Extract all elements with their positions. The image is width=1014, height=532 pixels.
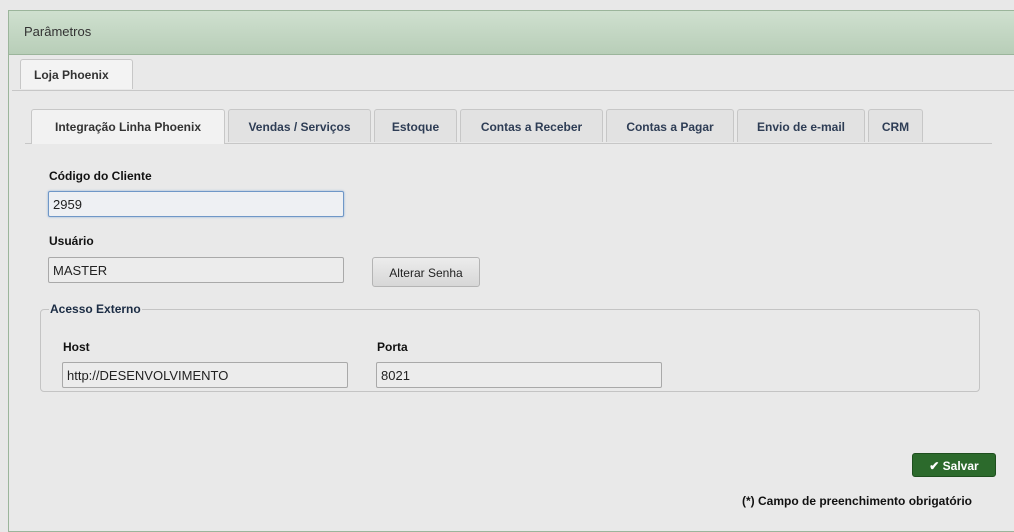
- port-input[interactable]: [376, 362, 662, 388]
- external-access-legend: Acesso Externo: [50, 302, 141, 316]
- client-code-input[interactable]: [48, 191, 344, 217]
- tab-label: Contas a Receber: [480, 120, 583, 134]
- tab-loja-phoenix-label: Loja Phoenix: [34, 68, 109, 82]
- tab-envio-de-email[interactable]: Envio de e-mail: [737, 109, 865, 142]
- window-title: Parâmetros: [24, 24, 92, 39]
- tab-loja-phoenix[interactable]: Loja Phoenix: [20, 59, 133, 89]
- window-titlebar: Parâmetros: [9, 11, 1014, 55]
- host-label: Host: [63, 340, 90, 354]
- tab-label: Contas a Pagar: [626, 120, 714, 134]
- save-button[interactable]: ✔ Salvar: [912, 453, 996, 477]
- checkmark-icon: ✔: [929, 459, 943, 473]
- tab-label: CRM: [881, 120, 910, 134]
- required-field-note: (*) Campo de preenchimento obrigatório: [742, 494, 973, 508]
- tab-crm[interactable]: CRM: [868, 109, 923, 142]
- tab-contas-a-pagar[interactable]: Contas a Pagar: [606, 109, 734, 142]
- inner-tab-bar: Integração Linha Phoenix Vendas / Serviç…: [25, 109, 992, 144]
- user-input[interactable]: [48, 257, 344, 283]
- user-label: Usuário: [49, 234, 94, 248]
- tab-vendas-servicos[interactable]: Vendas / Serviços: [228, 109, 371, 142]
- host-input[interactable]: [62, 362, 348, 388]
- tab-label: Envio de e-mail: [756, 120, 846, 134]
- outer-tab-bar: Loja Phoenix: [12, 59, 1014, 91]
- tab-label: Estoque: [391, 120, 440, 134]
- tab-integracao-linha-phoenix[interactable]: Integração Linha Phoenix: [31, 109, 225, 144]
- client-code-label: Código do Cliente: [49, 169, 152, 183]
- change-password-label: Alterar Senha: [389, 266, 463, 280]
- save-label: Salvar: [942, 459, 979, 473]
- tab-contas-a-receber[interactable]: Contas a Receber: [460, 109, 603, 142]
- tab-estoque[interactable]: Estoque: [374, 109, 457, 142]
- tab-label: Vendas / Serviços: [248, 120, 351, 134]
- port-label: Porta: [377, 340, 408, 354]
- change-password-button[interactable]: Alterar Senha: [372, 257, 480, 287]
- tab-label: Integração Linha Phoenix: [54, 120, 202, 134]
